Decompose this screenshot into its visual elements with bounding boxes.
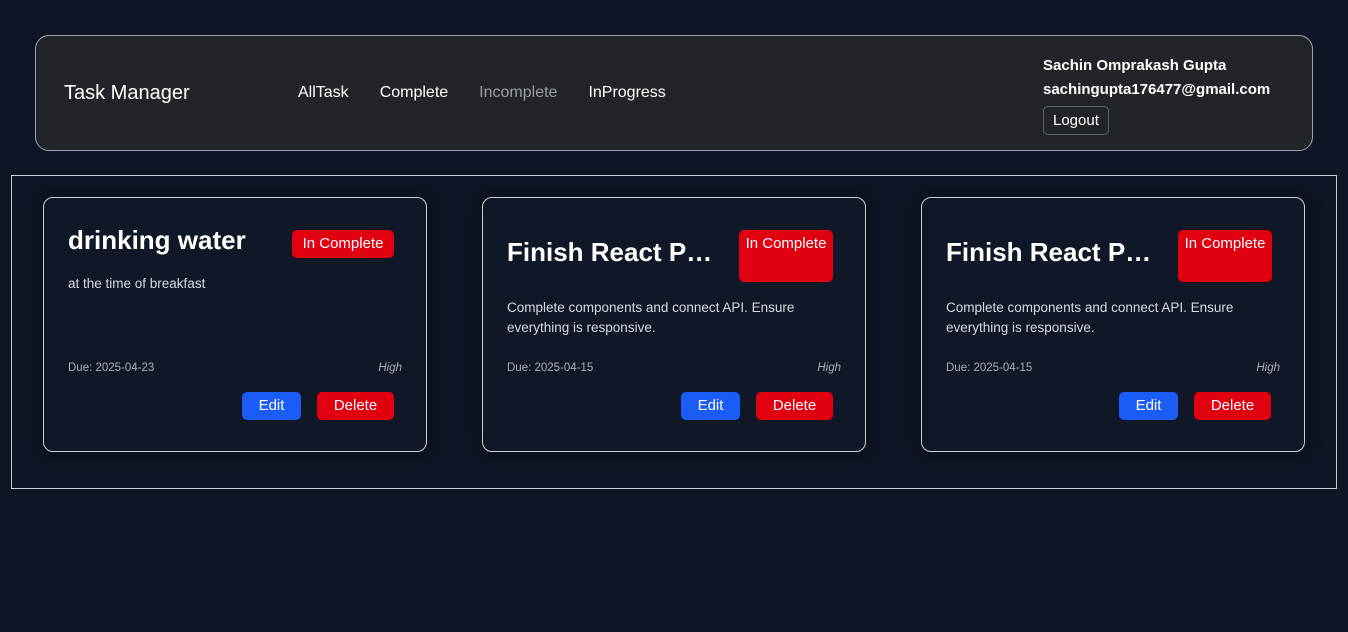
task-title: Finish React Project [946, 237, 1158, 267]
brand-logo[interactable]: Task Manager [64, 82, 190, 105]
task-card: Finish React Project In Complete Complet… [482, 197, 866, 452]
status-badge: In Complete [739, 230, 833, 282]
user-email: sachingupta176477@gmail.com [1043, 81, 1271, 98]
user-name: Sachin Omprakash Gupta [1043, 57, 1227, 74]
task-card: Finish React Project In Complete Complet… [921, 197, 1305, 452]
user-info: Sachin Omprakash Gupta sachingupta176477… [1043, 54, 1270, 135]
delete-button[interactable]: Delete [1194, 392, 1271, 420]
task-title: drinking water [68, 225, 246, 255]
edit-button[interactable]: Edit [242, 392, 301, 420]
task-title: Finish React Project [507, 237, 719, 267]
task-due-date: Due: 2025-04-15 [507, 362, 594, 374]
task-due-date: Due: 2025-04-23 [68, 362, 155, 374]
task-list: drinking water In Complete at the time o… [11, 175, 1337, 489]
task-priority: High [378, 362, 402, 374]
nav-links: AllTask Complete Incomplete InProgress [298, 84, 697, 102]
task-priority: High [1256, 362, 1280, 374]
nav-link-inprogress[interactable]: InProgress [588, 84, 665, 102]
status-badge: In Complete [292, 230, 394, 258]
task-description: Complete components and connect API. Ens… [946, 300, 1234, 335]
logout-button[interactable]: Logout [1043, 106, 1109, 135]
task-priority: High [817, 362, 841, 374]
task-due-date: Due: 2025-04-15 [946, 362, 1033, 374]
edit-button[interactable]: Edit [1119, 392, 1178, 420]
delete-button[interactable]: Delete [756, 392, 833, 420]
navbar: Task Manager AllTask Complete Incomplete… [35, 35, 1313, 151]
task-description: at the time of breakfast [68, 276, 206, 291]
edit-button[interactable]: Edit [681, 392, 740, 420]
nav-link-alltask[interactable]: AllTask [298, 84, 349, 102]
task-card: drinking water In Complete at the time o… [43, 197, 427, 452]
nav-link-complete[interactable]: Complete [380, 84, 448, 102]
task-description: Complete components and connect API. Ens… [507, 300, 795, 335]
delete-button[interactable]: Delete [317, 392, 394, 420]
status-badge: In Complete [1178, 230, 1272, 282]
nav-link-incomplete[interactable]: Incomplete [479, 84, 557, 102]
